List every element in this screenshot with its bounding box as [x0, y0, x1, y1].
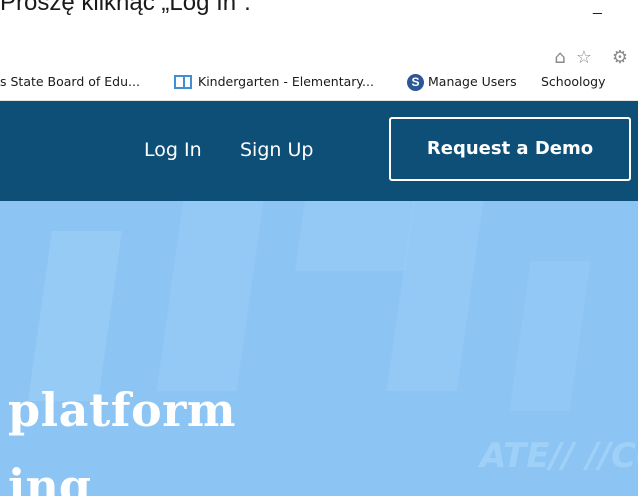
login-link[interactable]: Log In — [144, 139, 202, 161]
favorite-kindergarten[interactable]: Kindergarten - Elementary... — [198, 64, 374, 100]
hero-watermark: ATE// //CO — [480, 436, 638, 476]
hero-banner: ATE// //CO platform ing — [0, 201, 638, 496]
hero-decor-shape — [295, 201, 415, 271]
favorite-schoology[interactable]: Schoology — [541, 64, 605, 100]
hero-decor-shape — [156, 201, 264, 391]
favorite-state-board[interactable]: s State Board of Edu... — [0, 64, 140, 100]
hero-heading-line2: ing — [8, 459, 92, 496]
browser-toolbar: ⌂ ☆ ⚙ — [0, 20, 638, 68]
hero-decor-shape — [28, 231, 122, 401]
page-icon — [174, 75, 192, 89]
hero-heading-line1: platform — [8, 383, 237, 437]
favorites-bar: s State Board of Edu... Kindergarten - E… — [0, 64, 638, 101]
site-header: Log In Sign Up Request a Demo — [0, 101, 638, 201]
signup-link[interactable]: Sign Up — [240, 139, 313, 161]
hero-decor-shape — [509, 261, 591, 411]
favorite-manage-users[interactable]: Manage Users — [428, 64, 517, 100]
request-demo-button[interactable]: Request a Demo — [389, 117, 631, 181]
minimize-icon[interactable]: _ — [593, 0, 607, 16]
schoology-s-icon: S — [407, 74, 424, 91]
